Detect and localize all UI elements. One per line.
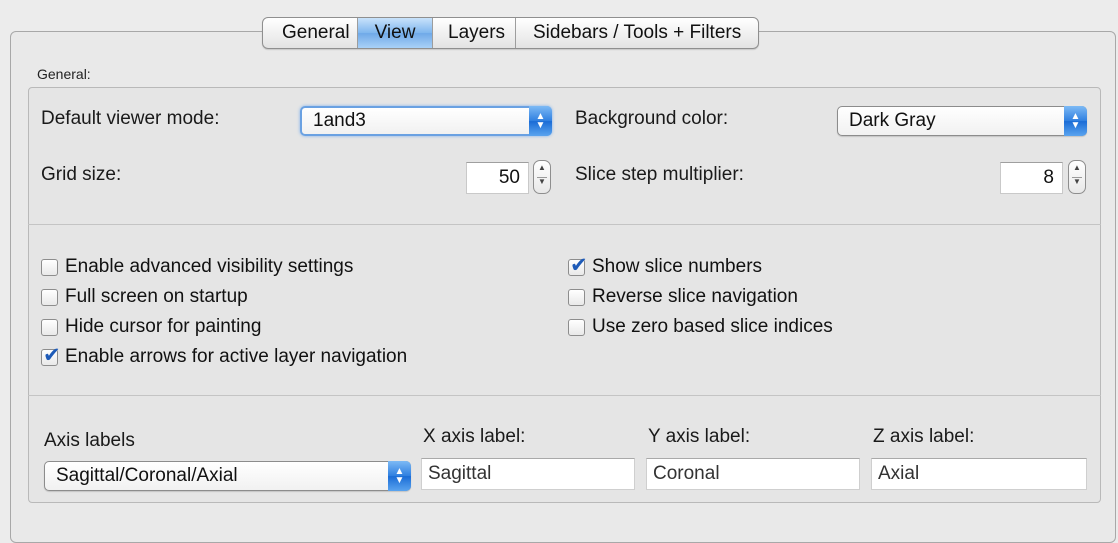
y-axis-label-caption: Y axis label: bbox=[648, 426, 751, 447]
z-axis-label-caption: Z axis label: bbox=[873, 426, 975, 447]
separator bbox=[28, 395, 1101, 396]
axis-labels-popup[interactable]: Sagittal/Coronal/Axial ▲ ▼ bbox=[44, 461, 411, 491]
slice-step-multiplier-label: Slice step multiplier: bbox=[575, 164, 744, 185]
x-axis-label-field[interactable]: Sagittal bbox=[421, 458, 635, 490]
tab-sidebars-tools-filters[interactable]: Sidebars / Tools + Filters bbox=[516, 18, 758, 48]
advanced-visibility-checkbox[interactable]: Enable advanced visibility settings bbox=[41, 256, 353, 278]
checkbox-icon bbox=[568, 318, 585, 336]
show-slice-numbers-label: Show slice numbers bbox=[592, 256, 763, 277]
slice-step-multiplier-field[interactable]: 8 bbox=[1000, 162, 1063, 194]
z-axis-label-field[interactable]: Axial bbox=[871, 458, 1087, 490]
zero-based-indices-label: Use zero based slice indices bbox=[592, 316, 833, 337]
advanced-visibility-label: Enable advanced visibility settings bbox=[65, 256, 354, 277]
hide-cursor-checkbox[interactable]: Hide cursor for painting bbox=[41, 316, 261, 338]
reverse-slice-navigation-label: Reverse slice navigation bbox=[592, 286, 798, 307]
x-axis-label-caption: X axis label: bbox=[423, 426, 526, 447]
full-screen-label: Full screen on startup bbox=[65, 286, 248, 307]
checkbox-icon bbox=[41, 258, 58, 276]
axis-labels-label: Axis labels bbox=[44, 430, 135, 451]
checkbox-icon bbox=[568, 288, 585, 306]
separator bbox=[28, 224, 1101, 225]
enable-arrows-label: Enable arrows for active layer navigatio… bbox=[65, 346, 408, 367]
tab-general[interactable]: General bbox=[263, 18, 358, 48]
y-axis-label-field[interactable]: Coronal bbox=[646, 458, 860, 490]
checkbox-checked-icon bbox=[41, 343, 61, 367]
popup-arrows-icon: ▲ ▼ bbox=[529, 106, 552, 136]
background-color-popup[interactable]: Dark Gray ▲ ▼ bbox=[837, 106, 1087, 136]
grid-size-field[interactable]: 50 bbox=[466, 162, 529, 194]
reverse-slice-navigation-checkbox[interactable]: Reverse slice navigation bbox=[568, 286, 798, 308]
checkbox-icon bbox=[41, 318, 58, 336]
slice-step-multiplier-stepper[interactable]: ▲ ▼ bbox=[1068, 160, 1086, 194]
default-viewer-mode-popup[interactable]: 1and3 ▲ ▼ bbox=[300, 106, 552, 136]
hide-cursor-label: Hide cursor for painting bbox=[65, 316, 262, 337]
checkbox-icon bbox=[41, 288, 58, 306]
grid-size-label: Grid size: bbox=[41, 164, 122, 185]
enable-arrows-checkbox[interactable]: Enable arrows for active layer navigatio… bbox=[41, 343, 408, 368]
checkbox-checked-icon bbox=[568, 253, 588, 277]
tab-bar: General View Layers Sidebars / Tools + F… bbox=[262, 17, 760, 49]
tab-layers[interactable]: Layers bbox=[433, 18, 516, 48]
default-viewer-mode-value: 1and3 bbox=[313, 110, 366, 131]
zero-based-indices-checkbox[interactable]: Use zero based slice indices bbox=[568, 316, 833, 338]
tab-view[interactable]: View bbox=[358, 18, 433, 48]
axis-labels-value: Sagittal/Coronal/Axial bbox=[56, 465, 238, 486]
general-group-title: General: bbox=[37, 66, 91, 82]
full-screen-checkbox[interactable]: Full screen on startup bbox=[41, 286, 248, 308]
background-color-value: Dark Gray bbox=[849, 110, 936, 131]
default-viewer-mode-label: Default viewer mode: bbox=[41, 108, 220, 129]
show-slice-numbers-checkbox[interactable]: Show slice numbers bbox=[568, 253, 763, 278]
popup-arrows-icon: ▲ ▼ bbox=[1064, 106, 1087, 136]
popup-arrows-icon: ▲ ▼ bbox=[388, 461, 411, 491]
background-color-label: Background color: bbox=[575, 108, 729, 129]
grid-size-stepper[interactable]: ▲ ▼ bbox=[533, 160, 551, 194]
